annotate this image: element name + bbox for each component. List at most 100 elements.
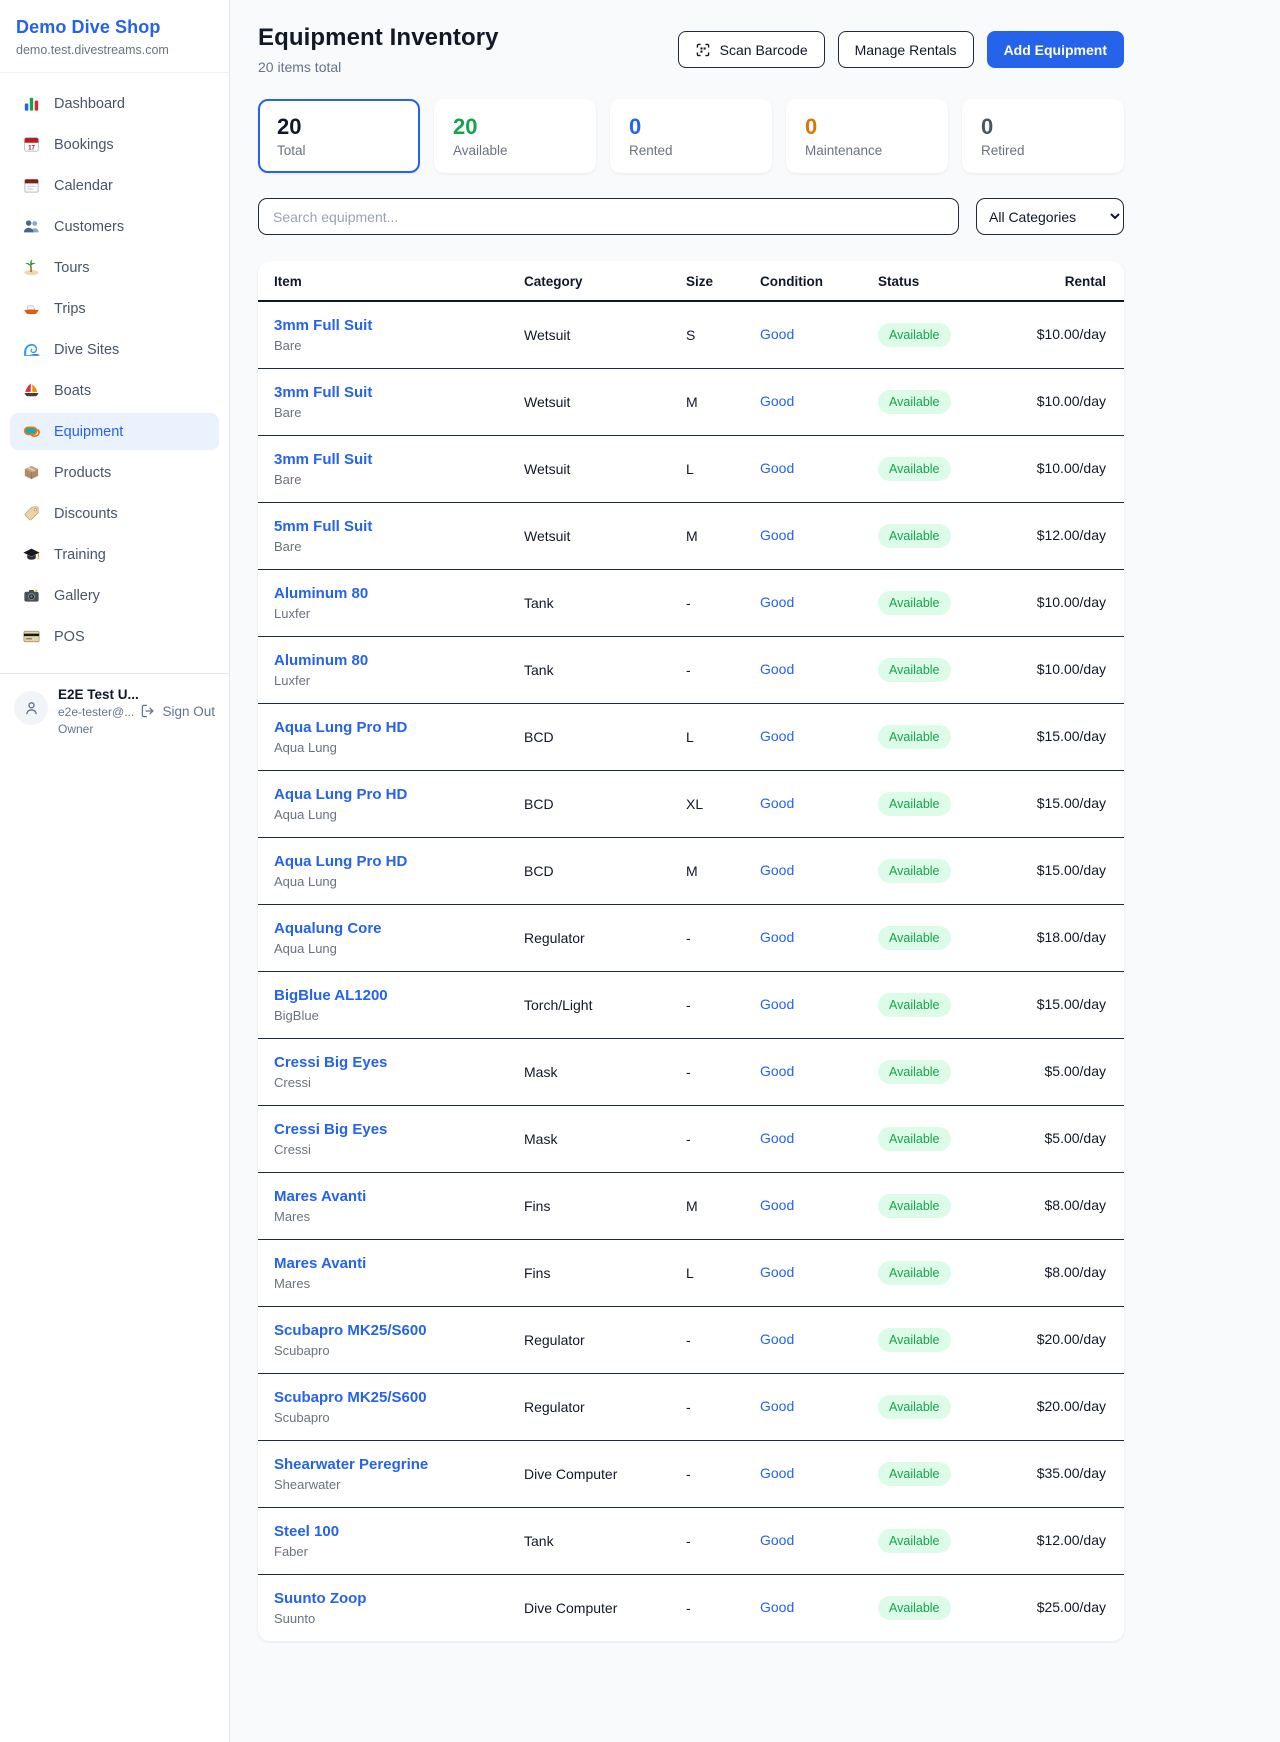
item-name-link[interactable]: Cressi Big Eyes — [274, 1121, 492, 1138]
item-rental-rate: $15.00/day — [1037, 996, 1106, 1012]
sidebar-item-equipment[interactable]: Equipment — [10, 413, 219, 450]
item-condition-link[interactable]: Good — [760, 527, 794, 543]
items-total: 20 items total — [258, 59, 499, 75]
add-equipment-button[interactable]: Add Equipment — [987, 31, 1124, 68]
item-condition-link[interactable]: Good — [760, 1197, 794, 1213]
status-badge: Available — [878, 1127, 951, 1151]
sidebar-item-label: Tours — [54, 260, 89, 276]
item-size: - — [670, 637, 744, 704]
item-name-link[interactable]: BigBlue AL1200 — [274, 987, 492, 1004]
item-condition-link[interactable]: Good — [760, 728, 794, 744]
sidebar-item-discounts[interactable]: Discounts — [10, 495, 219, 532]
item-condition-link[interactable]: Good — [760, 1398, 794, 1414]
item-condition-link[interactable]: Good — [760, 996, 794, 1012]
item-name-link[interactable]: 3mm Full Suit — [274, 384, 492, 401]
item-rental-rate: $15.00/day — [1037, 795, 1106, 811]
item-condition-link[interactable]: Good — [760, 326, 794, 342]
item-condition-link[interactable]: Good — [760, 1599, 794, 1615]
item-name-link[interactable]: Mares Avanti — [274, 1188, 492, 1205]
sidebar-item-customers[interactable]: Customers — [10, 208, 219, 245]
item-condition-link[interactable]: Good — [760, 393, 794, 409]
stat-card-maintenance[interactable]: 0 Maintenance — [786, 99, 948, 173]
item-condition-link[interactable]: Good — [760, 1532, 794, 1548]
col-rental: Rental — [994, 261, 1124, 301]
item-condition-link[interactable]: Good — [760, 1331, 794, 1347]
table-row: Scubapro MK25/S600 Scubapro Regulator - … — [258, 1374, 1124, 1441]
item-condition-link[interactable]: Good — [760, 594, 794, 610]
manage-rentals-label: Manage Rentals — [855, 42, 957, 58]
item-condition-link[interactable]: Good — [760, 1130, 794, 1146]
item-condition-link[interactable]: Good — [760, 795, 794, 811]
item-size: - — [670, 1106, 744, 1173]
sidebar-item-label: Calendar — [54, 178, 113, 194]
item-brand: Suunto — [274, 1611, 492, 1626]
item-name-link[interactable]: Mares Avanti — [274, 1255, 492, 1272]
item-size: XL — [670, 771, 744, 838]
item-size: - — [670, 1441, 744, 1508]
item-condition-link[interactable]: Good — [760, 1264, 794, 1280]
status-badge: Available — [878, 926, 951, 950]
item-name-link[interactable]: 3mm Full Suit — [274, 451, 492, 468]
sidebar-item-gallery[interactable]: Gallery — [10, 577, 219, 614]
item-name-link[interactable]: Aluminum 80 — [274, 652, 492, 669]
sidebar-item-training[interactable]: Training — [10, 536, 219, 573]
item-name-link[interactable]: Shearwater Peregrine — [274, 1456, 492, 1473]
item-size: M — [670, 503, 744, 570]
search-input[interactable] — [258, 198, 959, 235]
stat-card-total[interactable]: 20 Total — [258, 99, 420, 173]
item-name-link[interactable]: 5mm Full Suit — [274, 518, 492, 535]
sidebar-item-calendar[interactable]: Calendar — [10, 167, 219, 204]
stat-card-rented[interactable]: 0 Rented — [610, 99, 772, 173]
item-size: S — [670, 301, 744, 369]
app: Demo Dive Shop demo.test.divestreams.com… — [0, 0, 1280, 1742]
stat-label: Rented — [629, 143, 753, 158]
item-name-link[interactable]: 3mm Full Suit — [274, 317, 492, 334]
item-condition-link[interactable]: Good — [760, 1465, 794, 1481]
item-condition-link[interactable]: Good — [760, 460, 794, 476]
item-name-link[interactable]: Suunto Zoop — [274, 1590, 492, 1607]
item-name-link[interactable]: Aluminum 80 — [274, 585, 492, 602]
item-name-link[interactable]: Cressi Big Eyes — [274, 1054, 492, 1071]
status-badge: Available — [878, 390, 951, 414]
stat-card-available[interactable]: 20 Available — [434, 99, 596, 173]
sidebar-item-label: Dive Sites — [54, 342, 119, 358]
category-select[interactable]: All Categories — [976, 198, 1124, 235]
item-condition-link[interactable]: Good — [760, 661, 794, 677]
sidebar-item-label: Discounts — [54, 506, 118, 522]
item-name-link[interactable]: Aqualung Core — [274, 920, 492, 937]
item-name-link[interactable]: Steel 100 — [274, 1523, 492, 1540]
item-category: Regulator — [508, 905, 670, 972]
item-name-link[interactable]: Scubapro MK25/S600 — [274, 1389, 492, 1406]
filter-row: All Categories — [258, 198, 1124, 235]
item-condition-link[interactable]: Good — [760, 862, 794, 878]
sidebar-item-boats[interactable]: Boats — [10, 372, 219, 409]
scan-barcode-button[interactable]: Scan Barcode — [678, 31, 825, 68]
item-brand: Aqua Lung — [274, 807, 492, 822]
item-name-link[interactable]: Aqua Lung Pro HD — [274, 786, 492, 803]
sidebar-nav: Dashboard 17 Bookings Calendar Customers… — [0, 73, 229, 663]
item-condition-link[interactable]: Good — [760, 1063, 794, 1079]
item-name-link[interactable]: Scubapro MK25/S600 — [274, 1322, 492, 1339]
stat-card-retired[interactable]: 0 Retired — [962, 99, 1124, 173]
sidebar-item-tours[interactable]: Tours — [10, 249, 219, 286]
table-row: Aqua Lung Pro HD Aqua Lung BCD L Good Av… — [258, 704, 1124, 771]
item-rental-rate: $10.00/day — [1037, 326, 1106, 342]
sidebar-item-trips[interactable]: Trips — [10, 290, 219, 327]
add-equipment-label: Add Equipment — [1004, 42, 1107, 58]
sidebar-item-pos[interactable]: POS — [10, 618, 219, 655]
sidebar-item-dashboard[interactable]: Dashboard — [10, 85, 219, 122]
sign-out-button[interactable]: Sign Out — [140, 703, 215, 719]
dashboard-icon — [22, 94, 41, 113]
sidebar-item-products[interactable]: Products — [10, 454, 219, 491]
training-icon — [22, 545, 41, 564]
equipment-icon — [22, 422, 41, 441]
manage-rentals-button[interactable]: Manage Rentals — [838, 31, 974, 68]
table-row: Cressi Big Eyes Cressi Mask - Good Avail… — [258, 1039, 1124, 1106]
sidebar-item-bookings[interactable]: 17 Bookings — [10, 126, 219, 163]
item-name-link[interactable]: Aqua Lung Pro HD — [274, 853, 492, 870]
tours-icon — [22, 258, 41, 277]
item-name-link[interactable]: Aqua Lung Pro HD — [274, 719, 492, 736]
sidebar-item-dive-sites[interactable]: Dive Sites — [10, 331, 219, 368]
item-size: - — [670, 1508, 744, 1575]
item-condition-link[interactable]: Good — [760, 929, 794, 945]
